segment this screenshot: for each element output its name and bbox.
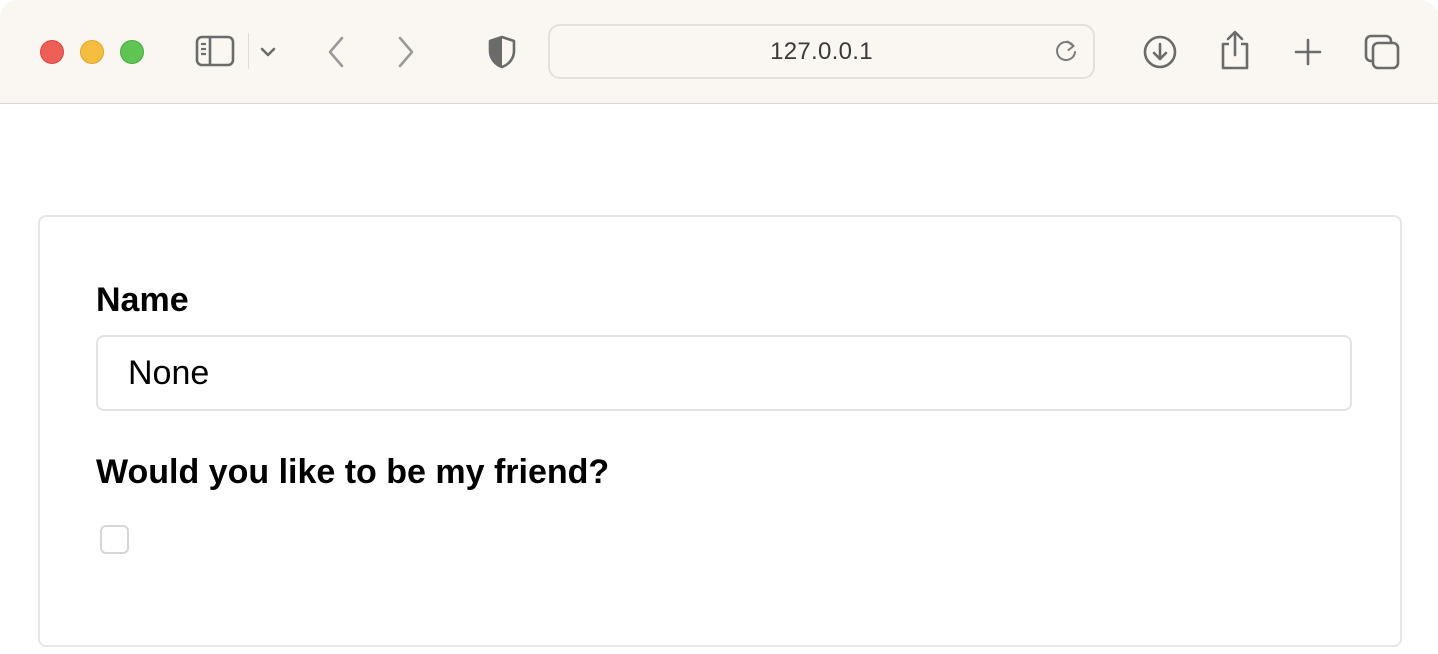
browser-toolbar: 127.0.0.1 [0, 0, 1438, 104]
name-label: Name [96, 281, 189, 319]
close-window-button[interactable] [40, 40, 64, 64]
zoom-window-button[interactable] [120, 40, 144, 64]
chevron-left-icon[interactable] [318, 32, 354, 72]
friend-question-label: Would you like to be my friend? [96, 453, 610, 491]
plus-icon[interactable] [1290, 34, 1326, 70]
download-icon[interactable] [1140, 32, 1180, 72]
reload-icon[interactable] [1053, 38, 1079, 64]
browser-window: 127.0.0.1 Name None Would you like to be… [0, 0, 1438, 654]
toolbar-divider [248, 33, 249, 69]
address-bar[interactable]: 127.0.0.1 [548, 24, 1095, 79]
name-input[interactable] [96, 335, 1352, 411]
address-text: 127.0.0.1 [770, 37, 873, 65]
form-card: Name Would you like to be my friend? [38, 215, 1402, 647]
friend-checkbox[interactable] [100, 525, 129, 554]
minimize-window-button[interactable] [80, 40, 104, 64]
share-icon[interactable] [1216, 28, 1254, 72]
chevron-right-icon[interactable] [388, 32, 424, 72]
tabs-icon[interactable] [1362, 32, 1402, 72]
chevron-down-icon[interactable] [256, 40, 280, 64]
shield-icon[interactable] [484, 32, 520, 72]
sidebar-icon[interactable] [194, 34, 236, 68]
page-content: Name Would you like to be my friend? [0, 105, 1438, 654]
